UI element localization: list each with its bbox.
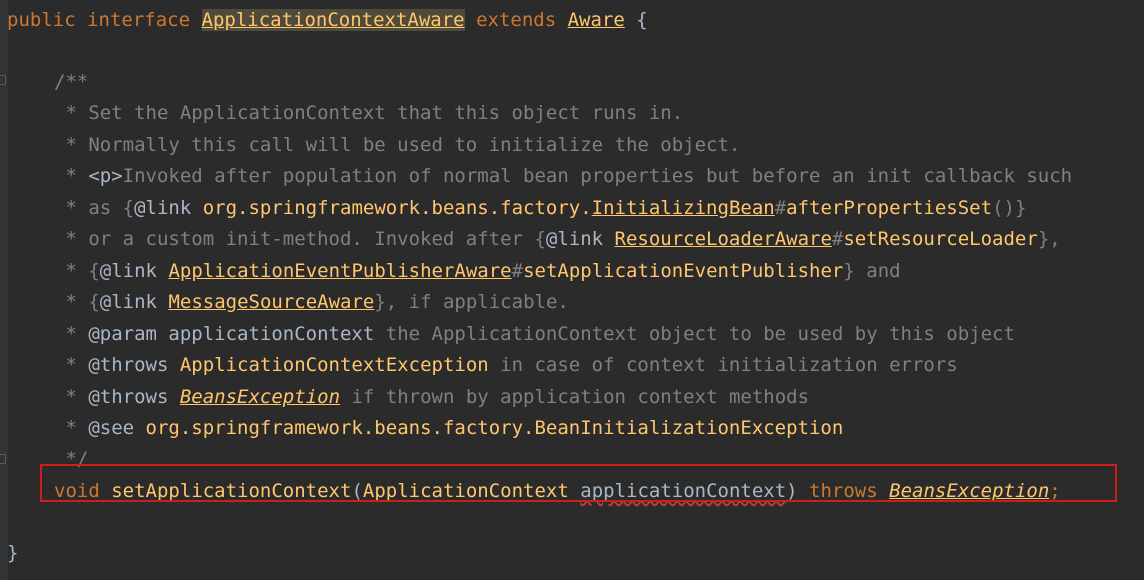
doc-link-applicationcontextexception[interactable]: ApplicationContextException xyxy=(168,354,489,376)
code-editor[interactable]: public interface ApplicationContextAware… xyxy=(0,0,1144,580)
doc-link-tag: @link xyxy=(545,228,604,250)
doc-text: * Normally this call will be used to ini… xyxy=(54,134,741,156)
close-brace: } xyxy=(7,542,19,564)
editor-gutter xyxy=(0,0,8,580)
doc-see-tag: @see xyxy=(88,417,135,439)
doc-line-5: * or a custom init-method. Invoked after… xyxy=(54,223,1061,255)
doc-param-tag: @param xyxy=(88,323,157,345)
code-line-interface-declaration: public interface ApplicationContextAware… xyxy=(7,4,648,36)
doc-star: * xyxy=(54,323,89,345)
doc-brace: { xyxy=(88,291,100,313)
fold-icon[interactable] xyxy=(0,75,6,85)
doc-brace: } xyxy=(843,260,855,282)
doc-link-method[interactable]: setResourceLoader xyxy=(843,228,1037,250)
doc-line-7: * {@link MessageSourceAware}, if applica… xyxy=(54,286,569,318)
doc-text: in case of context initialization errors xyxy=(488,354,958,376)
doc-throws-tag: @throws xyxy=(88,386,169,408)
interface-name[interactable]: ApplicationContextAware xyxy=(201,9,465,31)
doc-space xyxy=(603,228,614,250)
doc-line-9: * @throws ApplicationContextException in… xyxy=(54,349,958,381)
doc-star: * xyxy=(54,165,89,187)
exception-type-link[interactable]: BeansException xyxy=(889,480,1049,502)
doc-star: * xyxy=(54,354,89,376)
doc-link-tag: @link xyxy=(99,260,157,282)
doc-text: , if applicable. xyxy=(385,291,569,313)
doc-link-package: org.springframework.beans.factory. xyxy=(191,197,592,219)
doc-html-tag: <p> xyxy=(88,165,123,187)
doc-link-resourceloaderaware[interactable]: ResourceLoaderAware xyxy=(615,228,832,250)
doc-link-beansexception[interactable]: BeansException xyxy=(180,386,340,408)
keyword-throws: throws xyxy=(797,480,890,502)
doc-link-initializingbean[interactable]: InitializingBean xyxy=(592,197,775,219)
doc-text: Invoked after population of normal bean … xyxy=(122,165,1073,187)
doc-star: * xyxy=(54,417,89,439)
doc-throws-tag: @throws xyxy=(88,354,169,376)
doc-hash: # xyxy=(774,197,787,219)
fold-icon[interactable] xyxy=(0,454,6,464)
doc-open-token: /** xyxy=(54,71,89,93)
doc-link-applicationeventpublisheraware[interactable]: ApplicationEventPublisherAware xyxy=(168,260,511,282)
method-name[interactable]: setApplicationContext xyxy=(100,480,351,502)
doc-space xyxy=(168,386,179,408)
doc-line-1: * Set the ApplicationContext that this o… xyxy=(54,97,683,129)
doc-brace: { xyxy=(534,228,546,250)
doc-space xyxy=(157,291,168,313)
doc-line-8: * @param applicationContext the Applicat… xyxy=(54,318,1015,350)
doc-line-11: * @see org.springframework.beans.factory… xyxy=(54,412,843,444)
paren-close: ) xyxy=(786,480,798,502)
doc-close-token: */ xyxy=(54,448,89,470)
doc-hash: # xyxy=(511,260,524,282)
doc-link-method[interactable]: afterPropertiesSet xyxy=(786,197,992,219)
doc-hash: # xyxy=(831,228,844,250)
doc-text: the ApplicationContext object to be used… xyxy=(374,323,1015,345)
keyword-interface: interface xyxy=(87,9,191,31)
doc-line-6: * {@link ApplicationEventPublisherAware#… xyxy=(54,255,901,287)
doc-link-messagesourceaware[interactable]: MessageSourceAware xyxy=(168,291,374,313)
doc-link-tag: @link xyxy=(99,291,157,313)
param-name[interactable]: applicationContext xyxy=(580,480,786,502)
keyword-extends: extends xyxy=(476,9,557,31)
doc-text: * as xyxy=(54,197,123,219)
doc-text: * Set the ApplicationContext that this o… xyxy=(54,102,684,124)
doc-comment-close: */ xyxy=(54,443,88,475)
doc-brace: }, xyxy=(1037,228,1061,250)
code-line-method-declaration[interactable]: void setApplicationContext(ApplicationCo… xyxy=(54,475,1061,507)
doc-line-4: * as {@link org.springframework.beans.fa… xyxy=(54,192,1026,224)
doc-line-3: * <p>Invoked after population of normal … xyxy=(54,160,1072,192)
doc-text: and xyxy=(854,260,901,282)
doc-line-2: * Normally this call will be used to ini… xyxy=(54,129,740,161)
parent-interface-link[interactable]: Aware xyxy=(568,9,625,31)
doc-link-beaninitializationexception[interactable]: org.springframework.beans.factory.BeanIn… xyxy=(134,417,844,439)
keyword-public: public xyxy=(7,9,76,31)
open-brace: { xyxy=(636,9,648,31)
doc-star: * xyxy=(54,260,89,282)
paren-open: ( xyxy=(351,480,363,502)
doc-link-tag: @link xyxy=(134,197,192,219)
doc-text: if thrown by application context methods xyxy=(340,386,810,408)
doc-line-10: * @throws BeansException if thrown by ap… xyxy=(54,381,809,413)
doc-brace: } xyxy=(374,291,386,313)
doc-link-method[interactable]: setApplicationEventPublisher xyxy=(523,260,843,282)
doc-comment-open: /** xyxy=(54,66,88,98)
code-line-closing-brace: } xyxy=(7,537,18,569)
semicolon: ; xyxy=(1049,480,1061,502)
doc-space xyxy=(157,260,168,282)
doc-param-name: applicationContext xyxy=(156,323,375,345)
doc-brace: ()} xyxy=(992,197,1027,219)
doc-star: * xyxy=(54,386,89,408)
param-type[interactable]: ApplicationContext xyxy=(363,480,569,502)
doc-star: * xyxy=(54,291,89,313)
doc-brace: { xyxy=(122,197,135,219)
keyword-void: void xyxy=(54,480,100,502)
doc-text: * or a custom init-method. Invoked after xyxy=(54,228,535,250)
doc-brace: { xyxy=(88,260,100,282)
